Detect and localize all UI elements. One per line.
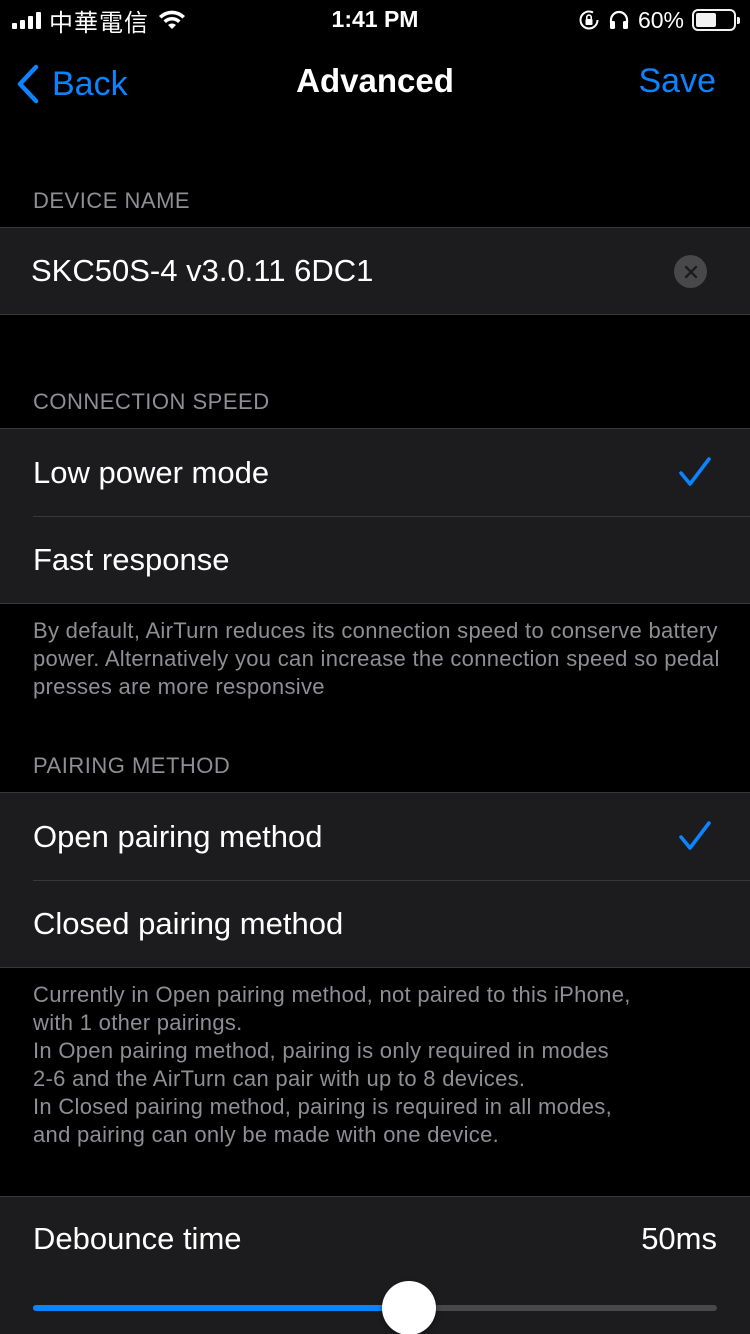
save-button[interactable]: Save [639,62,717,101]
slider-fill [33,1305,410,1311]
page-title: Advanced [296,62,454,99]
footer-line: with 1 other pairings. [33,1010,243,1035]
option-open-pairing[interactable]: Open pairing method [0,793,750,880]
connection-speed-group: Low power mode Fast response [0,428,750,604]
debounce-label: Debounce time [33,1221,242,1256]
option-closed-pairing[interactable]: Closed pairing method [0,880,750,967]
device-name-header: DEVICE NAME [33,188,191,213]
option-label: Open pairing method [33,818,323,854]
footer-line: 2-6 and the AirTurn can pair with up to … [33,1066,526,1091]
pairing-method-header: PAIRING METHOD [33,753,231,778]
navigation-bar: Back Advanced Save [0,40,750,128]
pairing-method-group: Open pairing method Closed pairing metho… [0,792,750,968]
device-name-value[interactable]: SKC50S-4 v3.0.11 6DC1 [31,253,373,289]
debounce-value: 50ms [641,1221,717,1256]
footer-line: In Closed pairing method, pairing is req… [33,1094,613,1119]
battery-percent: 60% [637,6,684,33]
debounce-slider[interactable] [33,1281,717,1334]
slider-thumb[interactable] [382,1281,437,1334]
pairing-method-footer: Currently in Open pairing method, not pa… [33,981,723,1149]
close-icon [684,265,697,278]
debounce-cell: Debounce time 50ms [0,1196,750,1334]
option-label: Low power mode [33,454,270,490]
orientation-lock-icon [579,10,599,30]
footer-line: Currently in Open pairing method, not pa… [33,982,631,1007]
checkmark-icon [679,821,711,850]
headphones-icon [609,10,629,29]
device-name-field[interactable]: SKC50S-4 v3.0.11 6DC1 [0,228,750,314]
option-label: Fast response [33,541,230,577]
status-bar: 中華電信 1:41 PM 60% [0,0,750,40]
battery-icon [692,9,740,31]
connection-speed-header: CONNECTION SPEED [33,389,270,414]
option-fast-response[interactable]: Fast response [0,516,750,603]
status-right: 60% [578,6,740,34]
footer-line: In Open pairing method, pairing is only … [33,1038,609,1063]
footer-line: and pairing can only be made with one de… [33,1122,500,1147]
connection-speed-footer: By default, AirTurn reduces its connecti… [33,618,720,699]
option-label: Closed pairing method [33,905,344,941]
device-name-group: SKC50S-4 v3.0.11 6DC1 [0,227,750,315]
battery-level [696,13,716,27]
option-low-power-mode[interactable]: Low power mode [0,429,750,516]
clear-text-button[interactable] [674,255,707,288]
checkmark-icon [679,457,711,486]
